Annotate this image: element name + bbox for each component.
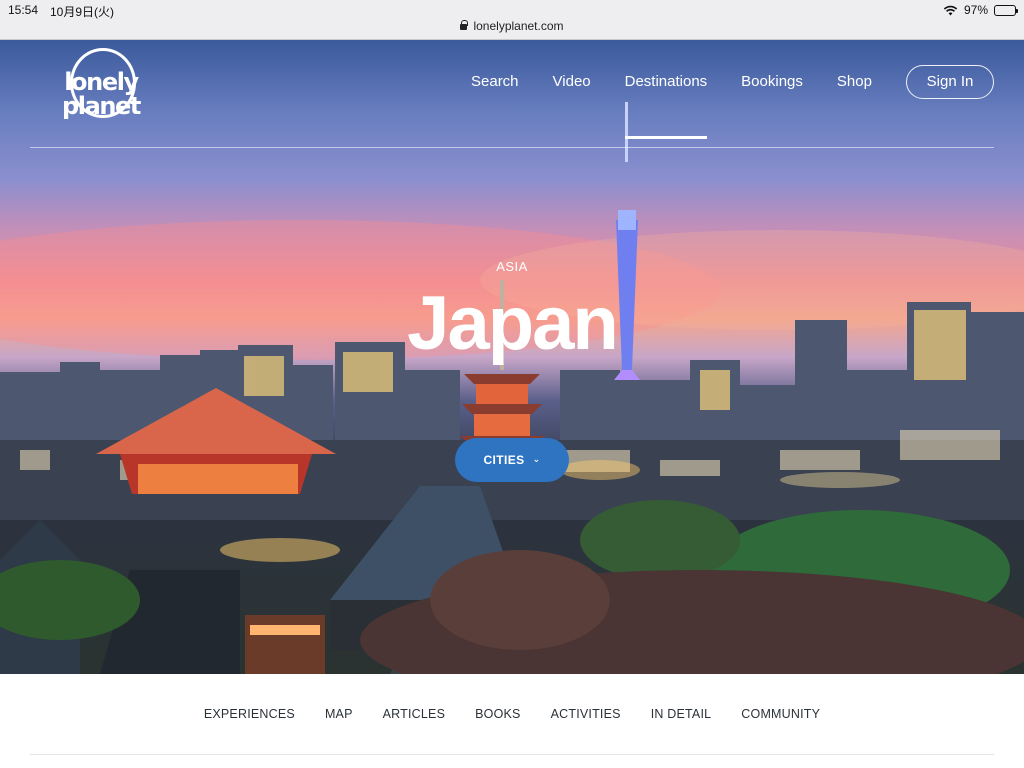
main-nav: Search Video Destinations Bookings Shop (454, 74, 889, 139)
header-divider (30, 147, 994, 148)
address-bar[interactable]: lonelyplanet.com (0, 19, 1024, 33)
page-title: Japan (407, 281, 619, 366)
nav-video[interactable]: Video (536, 74, 608, 98)
wifi-icon (943, 5, 958, 15)
region-label[interactable]: ASIA (0, 259, 1024, 274)
status-date: 10月9日(火) (50, 5, 115, 19)
nav-search[interactable]: Search (454, 74, 536, 98)
battery-percent: 97% (963, 3, 988, 17)
nav-bookings[interactable]: Bookings (724, 74, 820, 98)
subnav-activities[interactable]: ACTIVITIES (536, 707, 636, 721)
logo-text: lonely planet (61, 68, 141, 120)
cities-button[interactable]: CITIES ⌄ (455, 438, 569, 482)
subnav-articles[interactable]: ARTICLES (368, 707, 461, 721)
sign-in-button[interactable]: Sign In (906, 65, 994, 99)
address-url: lonelyplanet.com (473, 19, 564, 33)
nav-shop[interactable]: Shop (820, 74, 889, 98)
hero-banner: lonely planet Search Video Destinations … (0, 40, 1024, 674)
subnav-community[interactable]: COMMUNITY (726, 707, 835, 721)
cities-button-label: CITIES (483, 453, 525, 467)
status-bar: 15:54 10月9日(火) lonelyplanet.com 97% (0, 0, 1024, 40)
nav-destinations[interactable]: Destinations (608, 74, 725, 139)
lock-icon (460, 20, 469, 30)
chevron-down-icon: ⌄ (532, 453, 541, 464)
status-time: 15:54 (8, 3, 39, 17)
lonely-planet-logo[interactable]: lonely planet (30, 48, 172, 118)
subnav-books[interactable]: BOOKS (460, 707, 535, 721)
status-indicators: 97% (943, 3, 1018, 17)
destination-subnav: EXPERIENCES MAP ARTICLES BOOKS ACTIVITIE… (0, 674, 1024, 768)
subnav-experiences[interactable]: EXPERIENCES (189, 707, 310, 721)
battery-icon (994, 4, 1018, 16)
subnav-in-detail[interactable]: IN DETAIL (636, 707, 727, 721)
subnav-divider (30, 754, 994, 755)
subnav-map[interactable]: MAP (310, 707, 368, 721)
